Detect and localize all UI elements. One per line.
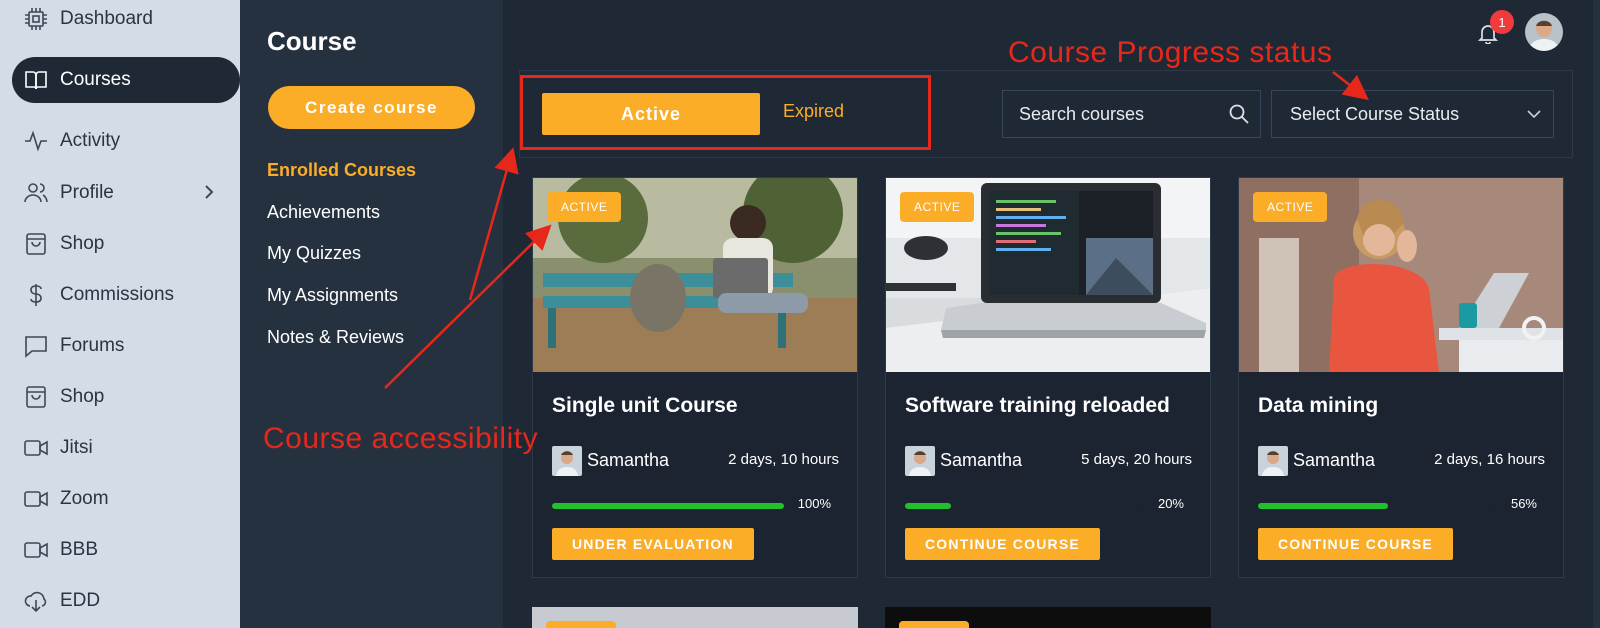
search-placeholder: Search courses bbox=[1019, 103, 1145, 124]
menu-item-notes-reviews[interactable]: Notes & Reviews bbox=[267, 327, 404, 348]
shopping-bag-icon bbox=[12, 384, 60, 410]
author-name: Samantha bbox=[940, 450, 1023, 470]
progress-percent: 20% bbox=[1157, 496, 1184, 511]
search-input[interactable]: Search courses bbox=[1002, 90, 1261, 138]
sidebar-item-label: Profile bbox=[60, 182, 114, 203]
author-name: Samantha bbox=[1293, 450, 1376, 470]
course-duration: 5 days, 20 hours bbox=[1081, 451, 1192, 468]
sidebar-item-label: Commissions bbox=[60, 284, 175, 305]
search-icon[interactable] bbox=[1228, 103, 1250, 130]
course-duration: 2 days, 10 hours bbox=[728, 451, 839, 468]
sidebar-item-profile[interactable]: Profile bbox=[12, 170, 240, 216]
sidebar-item-courses[interactable]: Courses bbox=[12, 57, 240, 103]
author-avatar bbox=[552, 446, 582, 476]
course-status-select[interactable]: Select Course Status bbox=[1271, 90, 1554, 138]
status-badge: ACTIVE bbox=[900, 192, 975, 222]
status-select-value: Select Course Status bbox=[1290, 103, 1460, 124]
video-icon bbox=[12, 537, 60, 563]
menu-item-my-quizzes[interactable]: My Quizzes bbox=[267, 243, 361, 264]
sidebar-item-label: Zoom bbox=[60, 488, 109, 509]
author-name: Samantha bbox=[587, 450, 670, 470]
course-card[interactable]: ACTIVE Data mining Samantha 2 days, 16 h… bbox=[1238, 177, 1564, 578]
progress-fill bbox=[905, 503, 952, 509]
page-title: Course bbox=[267, 26, 357, 56]
status-badge bbox=[899, 621, 969, 628]
sidebar-item-label: Dashboard bbox=[60, 8, 153, 29]
sidebar-item-zoom[interactable]: Zoom bbox=[12, 476, 240, 522]
menu-item-my-assignments[interactable]: My Assignments bbox=[267, 285, 398, 306]
continue-course-button[interactable]: CONTINUE COURSE bbox=[1258, 528, 1453, 560]
progress-track bbox=[552, 503, 784, 509]
scrollbar[interactable] bbox=[1593, 0, 1600, 628]
course-card-partial[interactable] bbox=[885, 607, 1211, 628]
sidebar-item-dashboard[interactable]: Dashboard bbox=[12, 0, 240, 42]
menu-item-achievements[interactable]: Achievements bbox=[267, 202, 380, 223]
progress-track bbox=[1258, 503, 1490, 509]
author-avatar bbox=[1258, 446, 1288, 476]
sidebar-item-label: Activity bbox=[60, 130, 121, 151]
users-icon bbox=[12, 180, 60, 206]
sidebar-item-label: Shop bbox=[60, 233, 105, 254]
sidebar-item-jitsi[interactable]: Jitsi bbox=[12, 425, 240, 471]
course-duration: 2 days, 16 hours bbox=[1434, 451, 1545, 468]
sidebar-item-edd[interactable]: EDD bbox=[12, 578, 240, 624]
course-card-partial[interactable] bbox=[532, 607, 858, 628]
avatar[interactable] bbox=[1525, 13, 1563, 51]
notification-count-badge: 1 bbox=[1490, 10, 1514, 34]
chevron-right-icon[interactable] bbox=[200, 183, 218, 201]
sidebar-item-label: Forums bbox=[60, 335, 125, 356]
shopping-bag-icon bbox=[12, 231, 60, 257]
course-title[interactable]: Single unit Course bbox=[552, 394, 738, 418]
video-icon bbox=[12, 486, 60, 512]
progress-fill bbox=[1258, 503, 1388, 509]
create-course-button[interactable]: Create course bbox=[268, 86, 475, 129]
chevron-down-icon bbox=[1525, 105, 1543, 128]
course-card[interactable]: ACTIVE Single unit Course Samantha 2 day… bbox=[532, 177, 858, 578]
course-card[interactable]: ACTIVE Software training reloaded Samant… bbox=[885, 177, 1211, 578]
sidebar: Dashboard Courses Activity Profile Shop … bbox=[0, 0, 240, 628]
under-evaluation-button[interactable]: UNDER EVALUATION bbox=[552, 528, 754, 560]
course-title[interactable]: Software training reloaded bbox=[905, 394, 1170, 418]
progress-percent: 100% bbox=[797, 496, 831, 511]
progress-track bbox=[905, 503, 1137, 509]
status-badge: ACTIVE bbox=[547, 192, 622, 222]
status-badge bbox=[546, 621, 616, 628]
course-title[interactable]: Data mining bbox=[1258, 394, 1378, 418]
sidebar-item-activity[interactable]: Activity bbox=[12, 118, 240, 164]
video-icon bbox=[12, 435, 60, 461]
chat-icon bbox=[12, 333, 60, 359]
sidebar-item-label: EDD bbox=[60, 590, 101, 611]
dollar-icon bbox=[12, 282, 60, 308]
author-avatar bbox=[905, 446, 935, 476]
status-badge: ACTIVE bbox=[1253, 192, 1328, 222]
sidebar-item-bbb[interactable]: BBB bbox=[12, 527, 240, 573]
progress-percent: 56% bbox=[1510, 496, 1537, 511]
progress-fill bbox=[552, 503, 784, 509]
sidebar-item-label: Courses bbox=[60, 69, 131, 90]
sidebar-item-label: Shop bbox=[60, 386, 105, 407]
annotation-accessibility: Course accessibility bbox=[263, 422, 539, 455]
activity-icon bbox=[12, 128, 60, 154]
menu-item-enrolled-courses[interactable]: Enrolled Courses bbox=[267, 160, 416, 181]
chip-icon bbox=[12, 6, 60, 32]
sidebar-item-label: BBB bbox=[60, 539, 99, 560]
book-icon bbox=[12, 67, 60, 93]
sidebar-item-shop-2[interactable]: Shop bbox=[12, 374, 240, 420]
sidebar-item-commissions[interactable]: Commissions bbox=[12, 272, 240, 318]
sidebar-item-forums[interactable]: Forums bbox=[12, 323, 240, 369]
annotation-progress-status: Course Progress status bbox=[1008, 36, 1333, 69]
sidebar-item-label: Jitsi bbox=[60, 437, 93, 458]
annotation-highlight-box bbox=[520, 75, 931, 150]
cloud-download-icon bbox=[12, 588, 60, 614]
continue-course-button[interactable]: CONTINUE COURSE bbox=[905, 528, 1100, 560]
sidebar-item-shop[interactable]: Shop bbox=[12, 221, 240, 267]
